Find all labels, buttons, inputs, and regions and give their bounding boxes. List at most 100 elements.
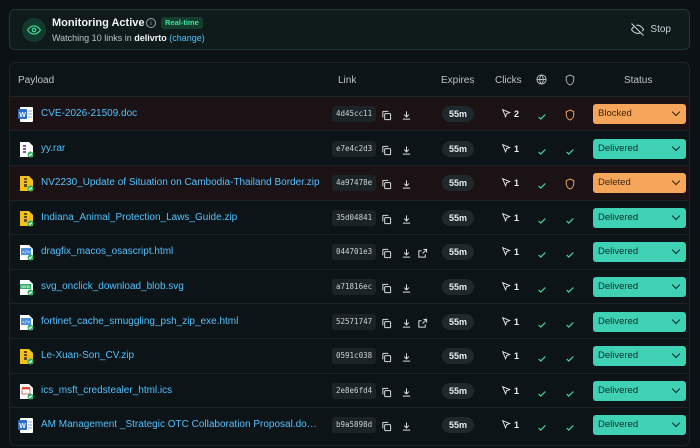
download-icon[interactable] bbox=[401, 350, 412, 362]
payload-filename[interactable]: fortinet_cache_smuggling_psh_zip_exe.htm… bbox=[41, 316, 238, 327]
table-row[interactable]: SVG svg_onclick_download_blob.svg a71816ec… bbox=[10, 270, 689, 305]
download-icon[interactable] bbox=[401, 108, 412, 120]
download-icon[interactable] bbox=[401, 385, 412, 397]
header-payload[interactable]: Payload bbox=[18, 75, 54, 86]
copy-icon[interactable] bbox=[381, 385, 392, 397]
table-row[interactable]: </> fortinet_cache_smuggling_psh_zip_exe.… bbox=[10, 305, 689, 339]
check-icon bbox=[565, 144, 575, 155]
cursor-icon bbox=[501, 246, 512, 258]
check-icon bbox=[565, 247, 575, 259]
table-row[interactable]: yy.rar e7e4c2d3 55m 1 Delivered bbox=[10, 132, 689, 166]
link-hash: 52571747 bbox=[332, 313, 377, 330]
download-icon[interactable] bbox=[401, 212, 412, 224]
check-icon bbox=[537, 282, 547, 293]
watching-text: Watching 10 links in bbox=[52, 33, 132, 43]
download-icon[interactable] bbox=[401, 177, 412, 189]
change-link[interactable]: (change) bbox=[169, 33, 205, 43]
download-icon[interactable] bbox=[401, 246, 412, 259]
copy-icon[interactable] bbox=[381, 350, 392, 363]
copy-icon[interactable] bbox=[381, 177, 392, 190]
link-hash: e7e4c2d3 bbox=[332, 140, 377, 157]
status-select[interactable]: Delivered bbox=[593, 242, 686, 263]
copy-icon[interactable] bbox=[381, 246, 392, 259]
link-hash: 2e8e6fd4 bbox=[332, 382, 377, 399]
status-select[interactable]: Delivered bbox=[593, 277, 686, 297]
copy-icon[interactable] bbox=[381, 419, 392, 432]
payload-filename[interactable]: dragfix_macos_osascript.html bbox=[41, 246, 173, 257]
table-row[interactable]: ics_msft_credstealer_html.ics 2e8e6fd4 55m… bbox=[10, 374, 689, 409]
stop-label: Stop bbox=[650, 24, 671, 35]
table-row[interactable]: NV2230_Update of Situation on Cambodia-T… bbox=[10, 166, 689, 201]
download-icon[interactable] bbox=[401, 419, 412, 432]
expires-pill: 55m bbox=[442, 382, 474, 399]
check-icon bbox=[565, 213, 575, 224]
calendar-file-icon bbox=[18, 383, 34, 400]
org-name: delivrto bbox=[134, 33, 167, 43]
table-row[interactable]: Indiana_Animal_Protection_Laws_Guide.zip… bbox=[10, 201, 689, 236]
header-link[interactable]: Link bbox=[338, 75, 356, 86]
expires-pill: 55m bbox=[442, 279, 474, 295]
table-row[interactable]: W AM Management _Strategic OTC Collaborat… bbox=[10, 408, 689, 442]
click-count-value: 1 bbox=[514, 351, 520, 362]
stop-button[interactable]: Stop bbox=[631, 23, 671, 36]
chevron-down-icon bbox=[671, 419, 681, 428]
table-row[interactable]: Le-Xuan-Son_CV.zip 0591c038 55m 1 Delivered bbox=[10, 339, 689, 374]
cursor-icon bbox=[501, 419, 512, 431]
chevron-down-icon bbox=[671, 211, 681, 221]
link-hash: b9a5898d bbox=[332, 417, 377, 434]
table-row[interactable]: W CVE-2026-21509.doc 4d45cc11 55m 2 Blocked bbox=[10, 97, 689, 132]
header-clicks[interactable]: Clicks bbox=[495, 75, 522, 86]
expires-pill: 55m bbox=[442, 417, 474, 434]
copy-icon[interactable] bbox=[381, 108, 392, 121]
payload-filename[interactable]: ics_msft_credstealer_html.ics bbox=[41, 385, 172, 396]
status-select[interactable]: Delivered bbox=[593, 415, 686, 436]
click-count-value: 1 bbox=[514, 420, 520, 431]
check-icon bbox=[537, 317, 547, 328]
download-icon[interactable] bbox=[401, 316, 412, 328]
check-icon bbox=[565, 420, 575, 432]
expires-pill: 55m bbox=[442, 175, 474, 192]
cursor-icon bbox=[501, 281, 512, 293]
status-select[interactable]: Delivered bbox=[593, 138, 686, 159]
header-expires[interactable]: Expires bbox=[441, 75, 474, 86]
cursor-icon bbox=[501, 212, 512, 224]
status-label: Blocked bbox=[598, 108, 632, 119]
expires-pill: 55m bbox=[442, 313, 474, 330]
copy-icon[interactable] bbox=[381, 281, 392, 294]
external-link-icon[interactable] bbox=[417, 246, 428, 259]
svg-text:W: W bbox=[19, 423, 26, 430]
payload-filename[interactable]: NV2230_Update of Situation on Cambodia-T… bbox=[41, 177, 320, 188]
shield-warning-icon bbox=[565, 108, 575, 121]
payload-filename[interactable]: AM Management _Strategic OTC Collaborati… bbox=[41, 419, 321, 430]
status-select[interactable]: Delivered bbox=[593, 207, 686, 228]
status-select[interactable]: Delivered bbox=[593, 346, 686, 367]
status-select[interactable]: Delivered bbox=[593, 311, 686, 332]
payload-filename[interactable]: yy.rar bbox=[41, 143, 65, 154]
download-icon[interactable] bbox=[401, 143, 412, 155]
copy-icon[interactable] bbox=[381, 316, 392, 328]
status-select[interactable]: Blocked bbox=[593, 104, 686, 124]
chevron-down-icon bbox=[671, 315, 681, 324]
header-status[interactable]: Status bbox=[624, 75, 652, 86]
expires-pill: 55m bbox=[442, 140, 474, 157]
payload-filename[interactable]: Le-Xuan-Son_CV.zip bbox=[41, 350, 134, 361]
check-icon bbox=[537, 213, 547, 224]
payload-filename[interactable]: CVE-2026-21509.doc bbox=[41, 108, 137, 119]
table-row[interactable]: </> dragfix_macos_osascript.html 044701e3 5… bbox=[10, 235, 689, 270]
shield-warning-icon bbox=[565, 177, 575, 190]
copy-icon[interactable] bbox=[381, 212, 392, 224]
status-label: Delivered bbox=[598, 281, 639, 292]
check-icon bbox=[565, 351, 575, 363]
click-count: 1 bbox=[501, 419, 519, 431]
payload-filename[interactable]: svg_onclick_download_blob.svg bbox=[41, 281, 184, 292]
payload-filename[interactable]: Indiana_Animal_Protection_Laws_Guide.zip bbox=[41, 212, 237, 223]
external-link-icon[interactable] bbox=[417, 316, 428, 328]
copy-icon[interactable] bbox=[381, 143, 392, 155]
status-select[interactable]: Deleted bbox=[593, 173, 686, 194]
status-select[interactable]: Delivered bbox=[593, 380, 686, 401]
download-icon[interactable] bbox=[401, 281, 412, 293]
status-label: Delivered bbox=[598, 350, 639, 362]
check-icon bbox=[537, 247, 547, 259]
expires-pill: 55m bbox=[442, 209, 474, 226]
info-icon[interactable]: i bbox=[146, 18, 156, 28]
